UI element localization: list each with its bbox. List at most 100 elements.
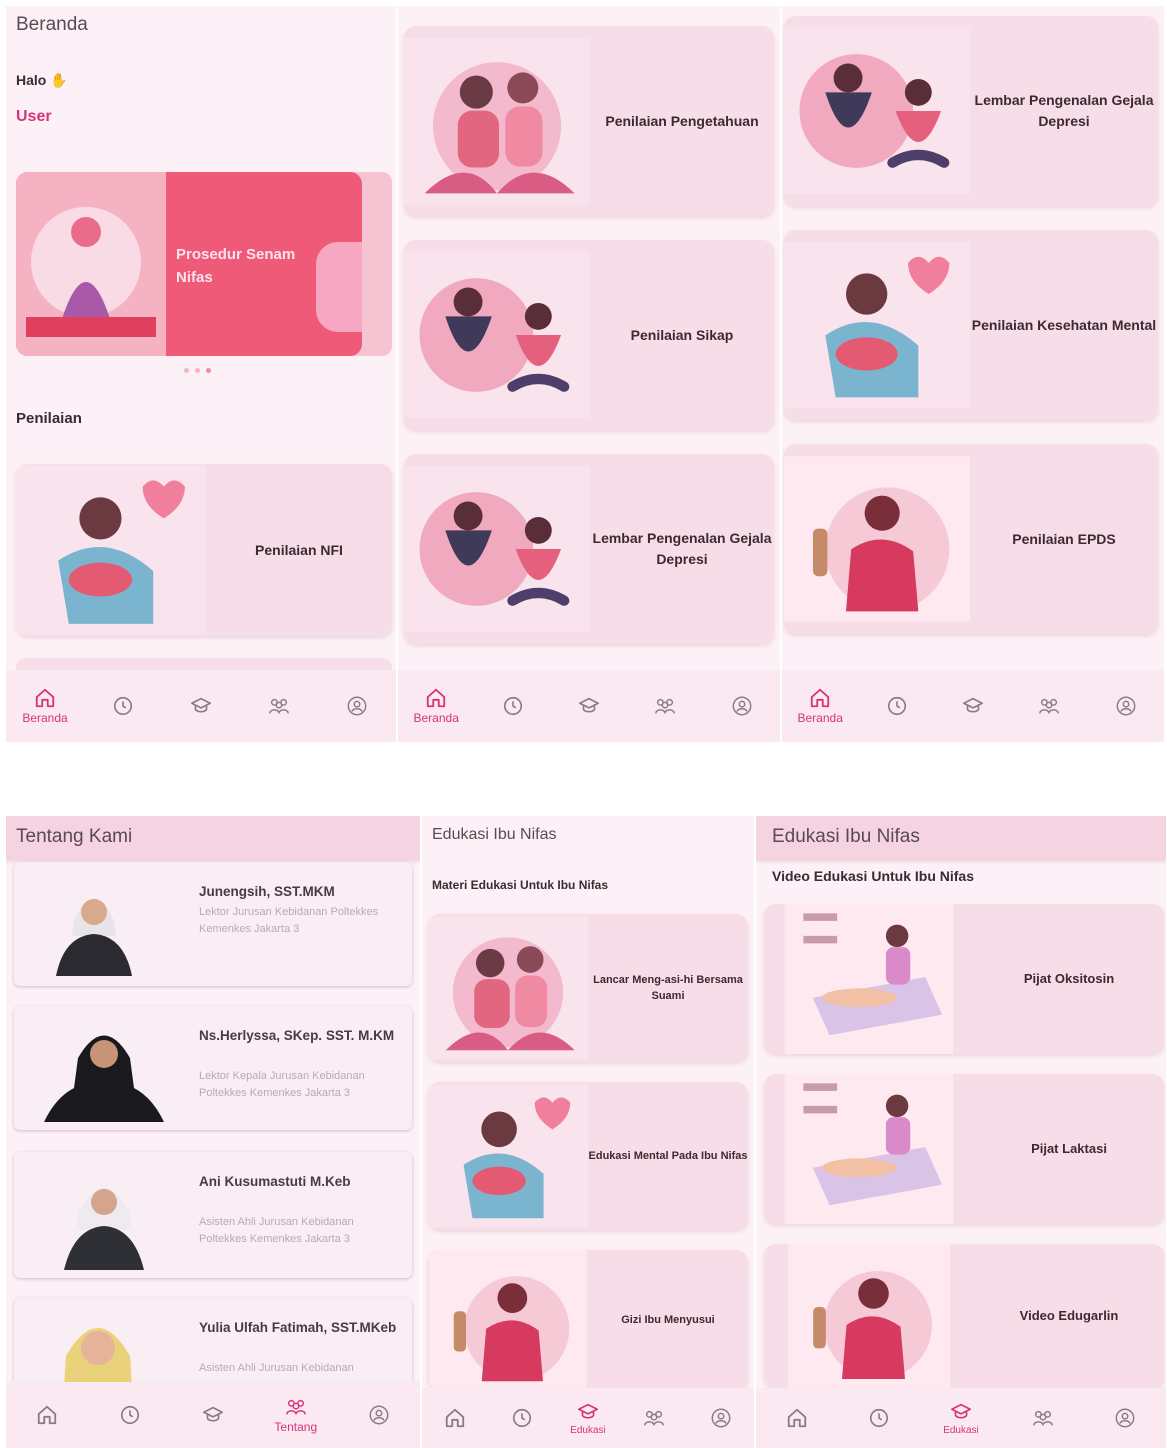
history-icon [502,695,524,717]
nav-edukasi[interactable] [171,695,231,717]
card-kesehatan-mental[interactable]: Penilaian Kesehatan Mental [784,230,1158,420]
nav-edukasi[interactable] [559,695,619,717]
profile-icon [731,695,753,717]
nav-edukasi[interactable]: Edukasi [558,1401,618,1436]
nav-tentang[interactable] [249,695,309,717]
carousel-banner[interactable]: Prosedur Senam Nifas [16,172,392,356]
card-label: Lembar Pengenalan Gejala Depresi [592,530,772,567]
history-icon [511,1407,533,1429]
home-icon [444,1407,466,1429]
profile-icon [1115,695,1137,717]
history-icon [886,695,908,717]
section-title: Penilaian [16,410,82,427]
screen-beranda: Beranda Halo ✋ User Prosedur Senam Nifas… [6,6,396,742]
nav-tentang[interactable] [635,695,695,717]
nav-tentang[interactable] [1013,1407,1073,1429]
profile-icon [346,695,368,717]
person-description: Asisten Ahli Jurusan Kebidanan Poltekkes… [199,1216,354,1245]
nav-profil[interactable] [327,695,387,717]
home-icon [425,687,447,709]
profile-icon [368,1404,390,1426]
card-penilaian-pengetahuan[interactable]: Penilaian Pengetahuan [404,26,774,216]
graduation-cap-icon [962,695,984,717]
nav-edukasi[interactable] [183,1404,243,1426]
nav-riwayat[interactable] [100,1404,160,1426]
person-photo [64,1188,144,1270]
person-card[interactable]: Ani Kusumastuti M.Keb Asisten Ahli Jurus… [14,1152,412,1278]
banner-main: Prosedur Senam Nifas [16,172,362,356]
nav-beranda[interactable]: Beranda [406,687,466,725]
person-description: Asisten Ahli Jurusan Kebidanan [199,1362,354,1374]
card-pijat-oksitosin[interactable]: Pijat Oksitosin [764,904,1164,1054]
nav-label: Edukasi [943,1424,979,1436]
nav-riwayat[interactable] [849,1407,909,1429]
epds-illustration [784,444,970,634]
nav-tentang[interactable]: Tentang [266,1396,326,1434]
nav-profil[interactable] [1096,695,1156,717]
nav-profil[interactable] [1095,1407,1155,1429]
nav-tentang[interactable] [624,1407,684,1429]
card-penilaian-nfi[interactable]: Penilaian NFI [16,464,392,636]
bottom-nav: Beranda [782,670,1164,742]
bottom-nav: Edukasi [756,1388,1166,1448]
card-label: Gizi Ibu Menyusui [621,1313,715,1326]
exercise-illustration [764,1244,974,1388]
card-pijat-laktasi[interactable]: Pijat Laktasi [764,1074,1164,1224]
card-video-edugarlin[interactable]: Video Edugarlin [764,1244,1164,1388]
graduation-cap-icon [578,695,600,717]
page-title: Beranda [16,14,88,35]
person-description: Lektor Kepala Jurusan Kebidanan Poltekke… [199,1070,365,1099]
card-gizi-menyusui[interactable]: Gizi Ibu Menyusui [428,1250,748,1390]
nav-profil[interactable] [691,1407,751,1429]
profile-icon [1114,1407,1136,1429]
section-title: Materi Edukasi Untuk Ibu Nifas [432,878,609,892]
bottom-nav: Beranda [6,670,396,742]
person-name: Ns.Herlyssa, SKep. SST. M.KM [199,1028,395,1043]
nav-beranda[interactable] [17,1404,77,1426]
mother-child-study-illustration [404,26,590,216]
screen-beranda-scrolled-2: Lembar Pengenalan Gejala Depresi Penilai… [782,6,1164,742]
nav-riwayat[interactable] [93,695,153,717]
home-icon [34,687,56,709]
person-photo [56,898,132,976]
team-icon [654,695,676,717]
screen-edukasi-materi: Edukasi Ibu Nifas Materi Edukasi Untuk I… [422,816,754,1448]
nav-tentang[interactable] [1019,695,1079,717]
person-card[interactable]: Junengsih, SST.MKM Lektor Jurusan Kebida… [14,862,412,986]
team-icon [1032,1407,1054,1429]
person-name: Yulia Ulfah Fatimah, SST.MKeb [199,1320,397,1335]
card-label: Video Edugarlin [1019,1308,1119,1324]
card-penilaian-epds[interactable]: Penilaian EPDS [784,444,1158,634]
nav-edukasi[interactable]: Edukasi [931,1401,991,1436]
card-edukasi-mental[interactable]: Edukasi Mental Pada Ibu Nifas [428,1082,748,1230]
card-lancar-menyusui[interactable]: Lancar Meng-asi-hi Bersama Suami [428,914,748,1062]
nav-beranda[interactable] [767,1407,827,1429]
nav-beranda[interactable]: Beranda [790,687,850,725]
depression-illustration [404,454,590,644]
graduation-cap-icon [950,1401,972,1423]
card-label: Edukasi Mental Pada Ibu Nifas [588,1149,748,1162]
carousel-dots[interactable] [184,368,211,373]
nav-edukasi[interactable] [943,695,1003,717]
card-label: Lancar Meng-asi-hi Bersama Suami [593,973,743,1003]
card-lembar-depresi[interactable]: Lembar Pengenalan Gejala Depresi [404,454,774,644]
home-icon [36,1404,58,1426]
bottom-nav: Edukasi [422,1388,754,1448]
breastfeeding-illustration [16,464,206,636]
person-card[interactable]: Ns.Herlyssa, SKep. SST. M.KM Lektor Kepa… [14,1006,412,1130]
mental-health-illustration [784,230,970,420]
nav-profil[interactable] [349,1404,409,1426]
nav-beranda[interactable]: Beranda [15,687,75,725]
home-icon [809,687,831,709]
nav-riwayat[interactable] [483,695,543,717]
nav-label: Beranda [413,711,459,725]
section-title: Video Edukasi Untuk Ibu Nifas [772,868,975,884]
nav-riwayat[interactable] [867,695,927,717]
nav-profil[interactable] [712,695,772,717]
nav-riwayat[interactable] [492,1407,552,1429]
banner-illustration [16,172,166,356]
card-penilaian-sikap[interactable]: Penilaian Sikap [404,240,774,430]
banner-title: Prosedur Senam Nifas [176,246,296,286]
card-lembar-depresi[interactable]: Lembar Pengenalan Gejala Depresi [784,16,1158,206]
nav-beranda[interactable] [425,1407,485,1429]
